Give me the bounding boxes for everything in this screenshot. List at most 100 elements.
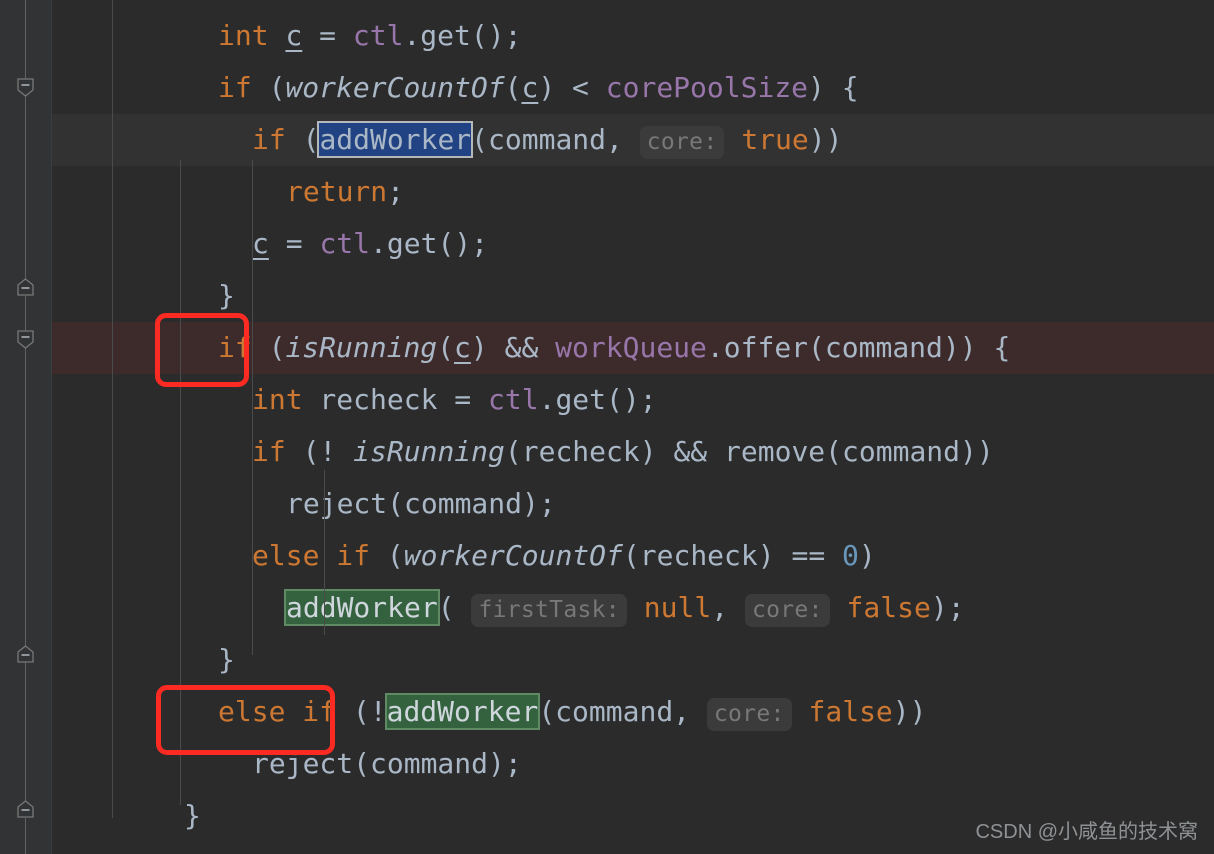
code-token: ( — [504, 71, 522, 104]
code-token: ctl — [488, 383, 539, 416]
code-token: ctl — [352, 19, 404, 52]
code-line[interactable]: if (isRunning(c) && workQueue.offer(comm… — [218, 322, 1010, 374]
selected-token[interactable]: addWorker — [317, 121, 474, 158]
code-token: = — [302, 19, 353, 52]
code-token: c — [521, 71, 539, 104]
fold-collapse-icon[interactable] — [17, 800, 34, 819]
code-token: (! — [285, 435, 354, 468]
code-token: workQueue — [555, 331, 707, 364]
code-token: false — [846, 591, 931, 624]
indent-guide — [324, 470, 325, 635]
code-token: )) — [808, 123, 843, 156]
code-token: (! — [336, 695, 387, 728]
fold-region-line — [25, 296, 26, 332]
code-line[interactable]: c = ctl.get(); — [252, 218, 488, 270]
code-token: = — [268, 227, 320, 260]
code-token: , — [711, 591, 745, 624]
code-token: isRunning — [285, 331, 438, 364]
code-line[interactable]: else if (workerCountOf(recheck) == 0) — [252, 530, 876, 582]
code-editor-screen: int c = ctl.get(); if (workerCountOf(c) <… — [0, 0, 1214, 854]
code-line[interactable]: } — [218, 634, 235, 686]
code-token: int — [252, 383, 303, 416]
code-text-area[interactable]: int c = ctl.get(); if (workerCountOf(c) <… — [0, 0, 1214, 854]
code-token: corePoolSize — [605, 71, 809, 104]
code-line[interactable]: reject(command); — [252, 738, 522, 790]
code-line[interactable]: } — [184, 790, 201, 842]
code-line[interactable]: int c = ctl.get(); — [218, 10, 521, 62]
code-token: .get(); — [538, 383, 657, 416]
editor-gutter[interactable] — [0, 0, 52, 854]
code-token: ) — [858, 539, 876, 572]
code-token: null — [643, 591, 712, 624]
code-line[interactable]: if (! isRunning(recheck) && remove(comma… — [252, 426, 994, 478]
code-line[interactable]: if (workerCountOf(c) < corePoolSize) { — [218, 62, 859, 114]
code-token: c — [252, 227, 269, 260]
code-line[interactable]: if (addWorker(command, core: true)) — [252, 114, 843, 166]
code-token: ) && — [470, 331, 556, 364]
code-line[interactable]: int recheck = ctl.get(); — [252, 374, 657, 426]
parameter-hint[interactable]: core: — [744, 594, 830, 627]
code-line[interactable]: } — [218, 270, 235, 322]
code-token: ( — [285, 123, 320, 156]
code-token: .offer(command)) { — [706, 331, 1011, 364]
csdn-watermark: CSDN @小咸鱼的技术窝 — [975, 821, 1198, 843]
fold-region-line — [25, 96, 26, 282]
code-token: ) { — [808, 71, 859, 104]
fold-collapse-icon[interactable] — [17, 645, 34, 664]
indent-guide — [180, 160, 181, 805]
code-token: isRunning — [353, 435, 505, 468]
code-token: workerCountOf — [285, 71, 505, 104]
code-token: 0 — [842, 539, 859, 572]
code-token: ( — [251, 71, 286, 104]
occurrence-token[interactable]: addWorker — [284, 589, 440, 626]
fold-region-line — [25, 348, 26, 648]
code-token: if — [218, 71, 252, 104]
code-token: recheck = — [302, 383, 489, 416]
fold-region-line — [25, 0, 26, 80]
code-token: (command, — [538, 695, 707, 728]
fold-collapse-icon[interactable] — [17, 78, 34, 97]
code-line[interactable]: else if (!addWorker(command, core: false… — [218, 686, 927, 738]
occurrence-token[interactable]: addWorker — [384, 693, 541, 730]
code-token: true — [741, 123, 809, 156]
code-token: .get(); — [403, 19, 522, 52]
code-token: (recheck) && remove(command)) — [504, 435, 994, 468]
code-token: else if — [218, 695, 337, 728]
code-token: int — [218, 19, 269, 52]
code-token: ( — [251, 331, 286, 364]
parameter-hint[interactable]: core: — [706, 698, 792, 731]
code-line[interactable]: return; — [286, 166, 404, 218]
parameter-hint[interactable]: firstTask: — [471, 594, 627, 627]
code-line[interactable]: reject(command); — [286, 478, 556, 530]
code-token: if — [252, 123, 286, 156]
gutter-divider — [51, 0, 52, 854]
code-token: ; — [387, 175, 405, 208]
code-token: reject(command); — [286, 487, 556, 520]
code-token: .get(); — [370, 227, 489, 260]
indent-guide — [252, 160, 253, 655]
code-token: else if — [252, 539, 371, 572]
parameter-hint[interactable]: core: — [639, 126, 725, 159]
code-token: ( — [437, 591, 472, 624]
code-token: ); — [930, 591, 965, 624]
code-token: ( — [437, 331, 455, 364]
code-token: } — [218, 643, 235, 676]
fold-collapse-icon[interactable] — [17, 278, 34, 297]
code-token: )) — [892, 695, 927, 728]
fold-region-line — [25, 662, 26, 802]
fold-collapse-icon[interactable] — [17, 330, 34, 349]
code-token: } — [184, 799, 201, 832]
code-token: if — [218, 331, 252, 364]
code-token: reject(command); — [252, 747, 522, 780]
code-token: false — [808, 695, 893, 728]
fold-region-line — [25, 818, 26, 854]
code-token: (recheck) == — [622, 539, 843, 572]
code-token: if — [252, 435, 286, 468]
code-line[interactable]: addWorker( firstTask: null, core: false)… — [284, 582, 965, 634]
code-token: c — [285, 19, 303, 52]
